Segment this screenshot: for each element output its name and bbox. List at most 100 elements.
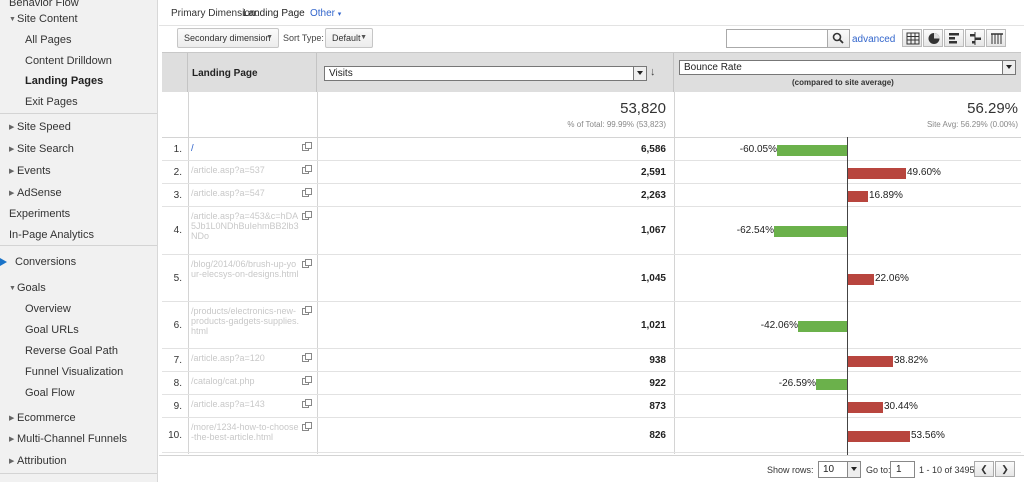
- advanced-filter-link[interactable]: advanced: [852, 34, 895, 45]
- landing-page-link[interactable]: /article.asp?a=143: [191, 399, 301, 409]
- dropdown-arrow-icon: [1002, 61, 1015, 74]
- open-page-icon[interactable]: [302, 306, 312, 315]
- open-page-icon[interactable]: [302, 211, 312, 220]
- landing-page-link[interactable]: /article.asp?a=120: [191, 353, 301, 363]
- table-row[interactable]: 5. /blog/2014/06/brush-up-your-elecsys-on…: [162, 255, 1021, 302]
- sidebar-divider: [0, 473, 157, 474]
- landing-page-link[interactable]: /more/1234-how-to-choose-the-best-articl…: [191, 422, 301, 442]
- landing-page-link[interactable]: /products/electronics-new-products-gadge…: [191, 306, 301, 336]
- landing-page-link[interactable]: /catalog/cat.php: [191, 376, 301, 386]
- sidebar-item-multi-channel-funnels[interactable]: ▶ Multi-Channel Funnels: [0, 429, 157, 449]
- open-page-icon[interactable]: [302, 399, 312, 408]
- sidebar-item-attribution[interactable]: ▶ Attribution: [0, 451, 157, 471]
- comparison-view-button[interactable]: [965, 29, 985, 47]
- sort-descending-icon[interactable]: ↓: [650, 66, 656, 78]
- landing-page-link[interactable]: /article.asp?a=453&c=hDA5Jb1L0NDhBuIehmB…: [191, 211, 301, 241]
- sort-type-select[interactable]: Default ▼: [325, 28, 373, 48]
- sidebar-item-goal-urls[interactable]: Goal URLs: [0, 320, 157, 340]
- table-row[interactable]: 1. / 6,586 -60.05%: [162, 138, 1021, 161]
- landing-page-link[interactable]: /article.asp?a=547: [191, 188, 301, 198]
- search-button[interactable]: [827, 29, 850, 48]
- other-dimension-link[interactable]: Other ▾: [310, 8, 341, 19]
- sidebar-item-content-drilldown[interactable]: Content Drilldown: [0, 51, 157, 71]
- show-rows-label: Show rows:: [767, 465, 814, 475]
- pivot-view-button[interactable]: [986, 29, 1006, 47]
- pagination-bar: Show rows: 10 Go to: 1 1 - 10 of 3495 ❮ …: [159, 455, 1024, 482]
- visits-metric-select[interactable]: Visits: [324, 66, 647, 81]
- sidebar-item-goal-flow[interactable]: Goal Flow: [0, 383, 157, 403]
- open-page-icon[interactable]: [302, 353, 312, 362]
- section-flag-icon: [0, 258, 7, 266]
- previous-page-button[interactable]: ❮: [974, 461, 994, 477]
- table-row[interactable]: 4. /article.asp?a=453&c=hDA5Jb1L0NDhBuIeh…: [162, 207, 1021, 255]
- sidebar-item-label: Funnel Visualization: [25, 366, 124, 378]
- sidebar-item-label: AdSense: [17, 187, 62, 199]
- sidebar-item-site-speed[interactable]: ▶ Site Speed: [0, 117, 157, 137]
- go-to-page-value: 1: [896, 464, 902, 475]
- sidebar-item-goals[interactable]: ▼Goals: [0, 278, 157, 298]
- bounce-rate-bar: [848, 431, 910, 442]
- table-row[interactable]: 3. /article.asp?a=547 2,263 16.89%: [162, 184, 1021, 207]
- sidebar-item-site-content[interactable]: ▼Site Content: [0, 9, 157, 29]
- table-view-button[interactable]: [902, 29, 922, 47]
- open-page-icon[interactable]: [302, 376, 312, 385]
- performance-view-button[interactable]: [944, 29, 964, 47]
- bounce-rate-delta: 38.82%: [894, 355, 928, 366]
- sidebar: Behavior Flow ▼Site Content All Pages Conte…: [0, 0, 158, 482]
- report-main: Primary Dimension: Landing Page Other ▾ …: [159, 0, 1024, 482]
- row-number: 9.: [173, 401, 182, 412]
- bounce-rate-bar: [798, 321, 847, 332]
- sidebar-item-label: Goal Flow: [25, 387, 75, 399]
- table-row[interactable]: 9. /article.asp?a=143 873 30.44%: [162, 395, 1021, 418]
- sidebar-item-conversions[interactable]: Conversions: [0, 252, 157, 272]
- sidebar-item-in-page-analytics[interactable]: In-Page Analytics: [0, 225, 157, 245]
- sidebar-item-events[interactable]: ▶ Events: [0, 161, 157, 181]
- sidebar-item-funnel-visualization[interactable]: Funnel Visualization: [0, 362, 157, 382]
- chevron-right-icon: ❯: [1001, 464, 1009, 474]
- header-landing-page-cell[interactable]: Landing Page: [188, 53, 317, 93]
- show-rows-select[interactable]: 10: [818, 461, 861, 478]
- open-page-icon[interactable]: [302, 165, 312, 174]
- sidebar-item-all-pages[interactable]: All Pages: [0, 30, 157, 50]
- secondary-dimension-button[interactable]: Secondary dimension ▼: [177, 28, 279, 48]
- table-row[interactable]: 10. /more/1234-how-to-choose-the-best-art…: [162, 418, 1021, 453]
- sidebar-item-landing-pages[interactable]: Landing Pages: [0, 71, 157, 91]
- bounce-rate-metric-select[interactable]: Bounce Rate: [679, 60, 1016, 75]
- bounce-rate-bar: [848, 356, 893, 367]
- dropdown-arrow-icon: [847, 462, 860, 477]
- row-number: 10.: [168, 430, 182, 441]
- primary-dimension-value[interactable]: Landing Page: [243, 8, 305, 19]
- bounce-rate-delta: -26.59%: [778, 378, 816, 389]
- table-row[interactable]: 8. /catalog/cat.php 922 -26.59%: [162, 372, 1021, 395]
- sidebar-item-adsense[interactable]: ▶ AdSense: [0, 183, 157, 203]
- row-number: 1.: [173, 144, 182, 155]
- next-page-button[interactable]: ❯: [995, 461, 1015, 477]
- landing-page-link[interactable]: /: [191, 144, 301, 154]
- go-to-page-input[interactable]: 1: [890, 461, 915, 478]
- sidebar-item-ecommerce[interactable]: ▶ Ecommerce: [0, 408, 157, 428]
- pie-view-button[interactable]: [923, 29, 943, 47]
- bounce-rate-metric-label: Bounce Rate: [684, 62, 742, 73]
- sidebar-item-reverse-goal-path[interactable]: Reverse Goal Path: [0, 341, 157, 361]
- table-row[interactable]: 7. /article.asp?a=120 938 38.82%: [162, 349, 1021, 372]
- sidebar-item-site-search[interactable]: ▶ Site Search: [0, 139, 157, 159]
- bounce-rate-delta: 30.44%: [884, 401, 918, 412]
- bounce-rate-axis: [847, 137, 848, 455]
- open-page-icon[interactable]: [302, 142, 312, 151]
- table-row[interactable]: 2. /article.asp?a=537 2,591 49.60%: [162, 161, 1021, 184]
- open-page-icon[interactable]: [302, 422, 312, 431]
- sidebar-item-exit-pages[interactable]: Exit Pages: [0, 92, 157, 112]
- row-range-label: 1 - 10 of 3495: [919, 465, 975, 475]
- landing-page-link[interactable]: /article.asp?a=537: [191, 165, 301, 175]
- open-page-icon[interactable]: [302, 188, 312, 197]
- go-to-label: Go to:: [866, 465, 891, 475]
- table-row[interactable]: 6. /products/electronics-new-products-gad…: [162, 302, 1021, 349]
- row-number: 5.: [173, 273, 182, 284]
- sidebar-item-overview[interactable]: Overview: [0, 299, 157, 319]
- landing-page-link[interactable]: /blog/2014/06/brush-up-your-elecsys-on-d…: [191, 259, 301, 279]
- header-visits-cell: Visits ↓: [317, 53, 674, 93]
- sidebar-item-experiments[interactable]: Experiments: [0, 204, 157, 224]
- sidebar-item-label: Conversions: [15, 256, 77, 268]
- bounce-rate-bar: [774, 226, 847, 237]
- open-page-icon[interactable]: [302, 259, 312, 268]
